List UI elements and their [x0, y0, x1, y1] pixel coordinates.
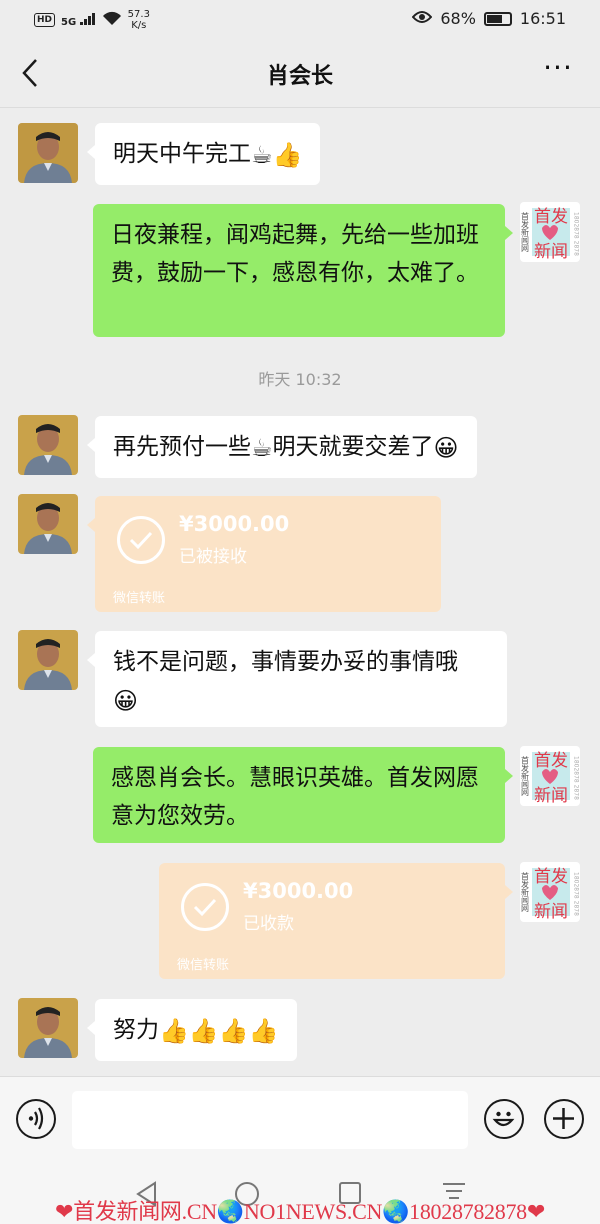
- contact-avatar-image: [18, 998, 78, 1058]
- my-avatar-side-right: 1802878 2878: [573, 212, 580, 256]
- my-avatar-side-left: 首发新闻网: [521, 755, 530, 797]
- coffee-icon: ☕: [251, 433, 273, 462]
- thumbs-up-icon: 👍: [248, 1016, 279, 1045]
- message-text: 明天就要交差了: [272, 434, 434, 460]
- message-bubble[interactable]: 再先预付一些☕明天就要交差了😀: [87, 416, 477, 478]
- watermark-text: ❤首发新闻网.CN🌏NO1NEWS.CN🌏18028782878❤: [55, 1199, 545, 1224]
- voice-button[interactable]: [16, 1099, 56, 1139]
- status-left: HD 5G 57.3 K/s: [34, 9, 150, 31]
- my-avatar[interactable]: 首发 新闻 首发新闻网 1802878 2878: [520, 746, 580, 806]
- message-text: 明天中午完工: [113, 141, 251, 167]
- my-avatar[interactable]: 首发 新闻 首发新闻网 1802878 2878: [520, 862, 580, 922]
- contact-avatar[interactable]: [18, 630, 78, 690]
- transfer-amount: ¥3000.00: [243, 879, 354, 903]
- transfer-amount: ¥3000.00: [179, 512, 290, 536]
- message-text: 再先预付一些: [113, 434, 251, 460]
- my-avatar-text-bottom: 新闻: [534, 786, 568, 806]
- contact-avatar[interactable]: [18, 998, 78, 1058]
- time-divider: 昨天 10:32: [258, 370, 342, 389]
- message-text: 钱不是问题，事情要办妥的事情哦: [113, 649, 458, 675]
- status-right: 68% 16:51: [411, 9, 566, 28]
- voice-icon: [28, 1107, 44, 1130]
- battery-fill: [486, 14, 502, 23]
- transfer-source: 微信转账: [177, 958, 230, 973]
- battery-icon: [483, 11, 512, 26]
- cellular-signal-icon: 5G: [61, 12, 96, 28]
- my-avatar-image: 首发 新闻 首发新闻网 1802878 2878: [520, 862, 580, 922]
- transfer-card[interactable]: ¥3000.00 已被接收 微信转账: [87, 496, 441, 612]
- transfer-source: 微信转账: [113, 591, 166, 606]
- my-avatar-image: 首发 新闻 首发新闻网 1802878 2878: [520, 202, 580, 262]
- my-avatar-side-right: 1802878 2878: [573, 756, 580, 800]
- battery-percent: 68%: [440, 9, 476, 28]
- my-avatar-image: 首发 新闻 首发新闻网 1802878 2878: [520, 746, 580, 806]
- input-bar: [0, 1076, 600, 1168]
- emoji-face-icon: [492, 1111, 515, 1127]
- my-avatar-side-left: 首发新闻网: [521, 211, 530, 253]
- message-text: 努力: [113, 1017, 159, 1043]
- thumbs-up-icon: 👍: [159, 1016, 189, 1045]
- chat-header: 肖会长 ···: [0, 38, 600, 108]
- chat-title: 肖会长: [266, 64, 333, 89]
- contact-avatar[interactable]: [18, 494, 78, 554]
- network-type: 5G: [61, 16, 77, 28]
- my-avatar-text-top: 首发: [534, 751, 568, 771]
- my-avatar-text-bottom: 新闻: [534, 902, 568, 922]
- emoji-button[interactable]: [484, 1099, 524, 1139]
- my-avatar[interactable]: 首发 新闻 首发新闻网 1802878 2878: [520, 202, 580, 262]
- transfer-status: 已收款: [243, 914, 294, 934]
- eye-icon: [411, 9, 433, 28]
- hd-badge: HD: [34, 13, 56, 27]
- contact-avatar[interactable]: [18, 123, 78, 183]
- net-speed-unit: K/s: [131, 20, 147, 31]
- status-bar: HD 5G 57.3 K/s 68% 16:51: [0, 0, 600, 38]
- my-avatar-text-top: 首发: [534, 207, 568, 227]
- more-options-button[interactable]: ···: [538, 54, 578, 90]
- my-avatar-text-bottom: 新闻: [534, 242, 568, 262]
- wifi-icon: [102, 11, 122, 30]
- thumbs-up-icon: 👍: [272, 140, 303, 169]
- chat-messages[interactable]: 明天中午完工☕👍 日夜兼程，闻鸡起舞，先给一些加班费，鼓励一下，感恩有你，太难了…: [0, 108, 600, 1076]
- message-bubble-sent[interactable]: 感恩肖会长。慧眼识英雄。首发网愿意为您效劳。: [93, 747, 513, 843]
- smile-icon: 😀: [113, 686, 139, 715]
- message-text: 日夜兼程，闻鸡起舞，先给一些加班费，鼓励一下，感恩有你，太难了。: [111, 222, 479, 286]
- thumbs-up-icon: 👍: [218, 1016, 249, 1045]
- coffee-icon: ☕: [251, 140, 273, 169]
- contact-avatar-image: [18, 494, 78, 554]
- plus-icon: [553, 1108, 574, 1129]
- plus-button[interactable]: [544, 1099, 584, 1139]
- check-circle-icon: [117, 516, 165, 564]
- check-circle-icon: [181, 883, 229, 931]
- contact-avatar-image: [18, 415, 78, 475]
- message-text: 感恩肖会长。慧眼识英雄。首发网愿意为您效劳。: [111, 765, 479, 829]
- contact-avatar-image: [18, 630, 78, 690]
- more-icon: ···: [543, 51, 573, 84]
- message-bubble[interactable]: 明天中午完工☕👍: [86, 123, 321, 185]
- my-avatar-side-right: 1802878 2878: [573, 872, 580, 916]
- clock: 16:51: [519, 9, 566, 28]
- transfer-status: 已被接收: [179, 547, 247, 567]
- message-bubble-sent[interactable]: 日夜兼程，闻鸡起舞，先给一些加班费，鼓励一下，感恩有你，太难了。: [93, 204, 513, 337]
- message-bubble[interactable]: 努力👍👍👍👍: [87, 999, 297, 1061]
- thumbs-up-icon: 👍: [188, 1016, 219, 1045]
- my-avatar-text-top: 首发: [534, 867, 568, 887]
- transfer-card-sent[interactable]: ¥3000.00 已收款 微信转账: [159, 863, 513, 979]
- contact-avatar-image: [18, 123, 78, 183]
- contact-avatar[interactable]: [18, 415, 78, 475]
- message-bubble[interactable]: 钱不是问题，事情要办妥的事情哦 😀: [87, 631, 507, 727]
- net-speed-value: 57.3: [127, 9, 150, 20]
- smile-icon: 😀: [433, 433, 459, 462]
- my-avatar-side-left: 首发新闻网: [521, 871, 530, 913]
- net-speed: 57.3 K/s: [128, 9, 150, 31]
- message-input[interactable]: [72, 1091, 468, 1149]
